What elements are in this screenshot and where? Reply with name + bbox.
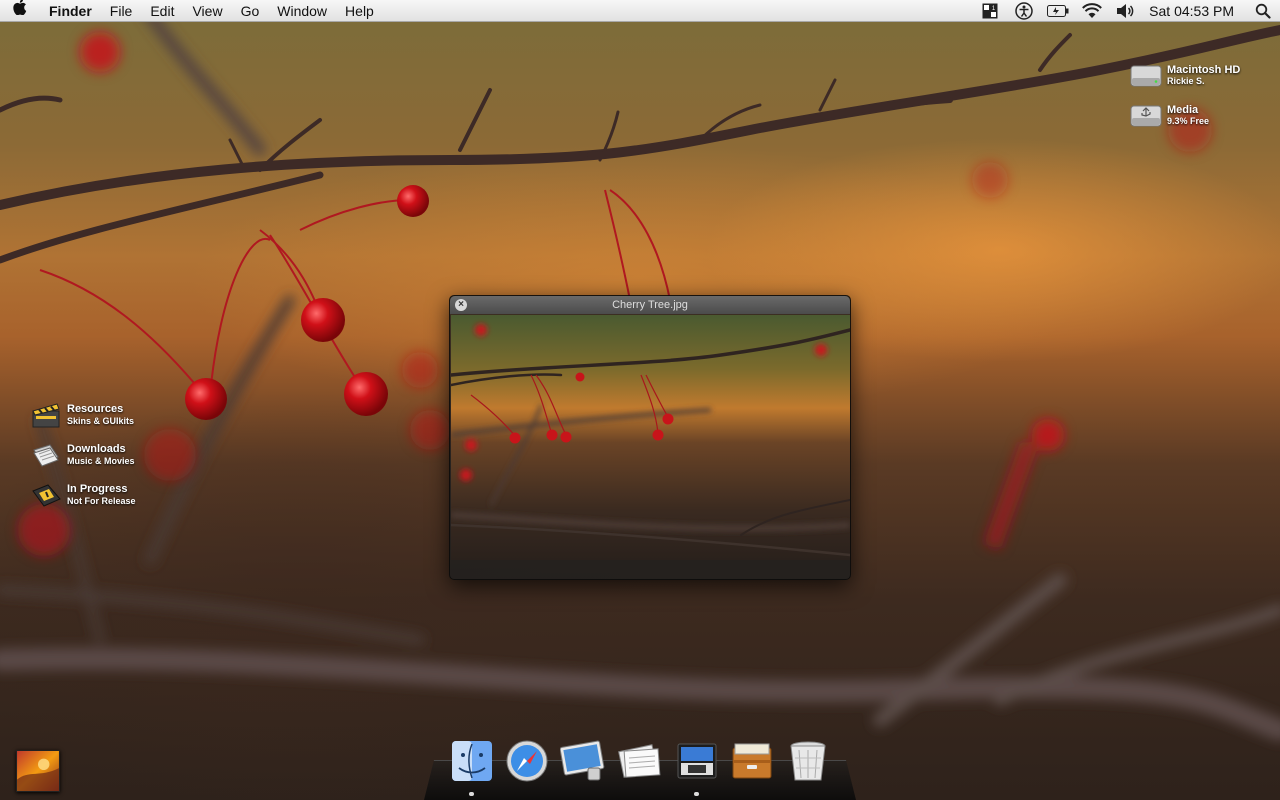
preview-icon[interactable] <box>560 738 606 784</box>
disk-detail: 9.3% Free <box>1167 116 1210 126</box>
itunes-icon[interactable] <box>674 738 720 784</box>
stack-name: Downloads <box>67 443 126 455</box>
trash-icon[interactable] <box>785 738 831 784</box>
stack-in-progress[interactable]: In Progress Not For Release <box>30 481 136 509</box>
apple-icon[interactable] <box>0 0 40 22</box>
safari-icon[interactable] <box>504 738 550 784</box>
close-button[interactable]: × <box>455 299 467 311</box>
disk-detail: Rickie S. <box>1167 76 1205 86</box>
stack-downloads[interactable]: Downloads Music & Movies <box>30 441 135 469</box>
disk-name: Media <box>1167 104 1199 116</box>
stack-detail: Skins & GUIkits <box>67 416 135 426</box>
disk-name: Macintosh HD <box>1167 64 1241 76</box>
hard-drive-icon <box>1130 65 1162 87</box>
quicklook-titlebar[interactable]: × Cherry Tree.jpg <box>450 296 850 314</box>
wifi-icon[interactable] <box>1075 0 1109 22</box>
battery-icon[interactable] <box>1041 0 1075 22</box>
menu-app-finder[interactable]: Finder <box>40 0 101 22</box>
folder-warning-icon <box>32 484 61 507</box>
accessibility-icon[interactable] <box>1007 0 1041 22</box>
spotlight-search-icon[interactable] <box>1246 0 1280 22</box>
document-stack-icon <box>33 444 59 467</box>
menu-view[interactable]: View <box>183 0 231 22</box>
finder-icon[interactable] <box>449 738 495 784</box>
menu-window[interactable]: Window <box>268 0 336 22</box>
news-icon[interactable] <box>617 738 663 784</box>
clapboard-icon <box>32 403 60 428</box>
stack-resources[interactable]: Resources Skins & GUIkits <box>30 401 134 429</box>
image-preview <box>451 315 850 560</box>
quicklook-window[interactable]: × Cherry Tree.jpg <box>449 295 851 580</box>
stack-name: In Progress <box>67 483 128 495</box>
quicklook-title: Cherry Tree.jpg <box>612 299 688 311</box>
stack-name: Resources <box>67 403 124 415</box>
stack-detail: Music & Movies <box>67 456 135 466</box>
disk-macintosh-hd[interactable]: Macintosh HD Rickie S. <box>1130 63 1240 89</box>
spaces-icon[interactable]: 1 <box>973 0 1007 22</box>
menu-file[interactable]: File <box>101 0 142 22</box>
menu-edit[interactable]: Edit <box>141 0 183 22</box>
menu-help[interactable]: Help <box>336 0 383 22</box>
dock-running-indicator-itunes <box>694 792 699 796</box>
stack-detail: Not For Release <box>67 496 136 506</box>
menu-go[interactable]: Go <box>232 0 269 22</box>
menubar-clock[interactable]: Sat 04:53 PM <box>1143 0 1246 22</box>
album-artwork[interactable] <box>16 750 60 792</box>
archive-icon[interactable] <box>729 738 775 784</box>
menu-bar: Finder File Edit View Go Window Help 1 S… <box>0 0 1280 22</box>
usb-drive-icon <box>1130 105 1162 127</box>
disk-media[interactable]: Media 9.3% Free <box>1130 103 1209 129</box>
volume-icon[interactable] <box>1109 0 1143 22</box>
dock-running-indicator-finder <box>469 792 474 796</box>
